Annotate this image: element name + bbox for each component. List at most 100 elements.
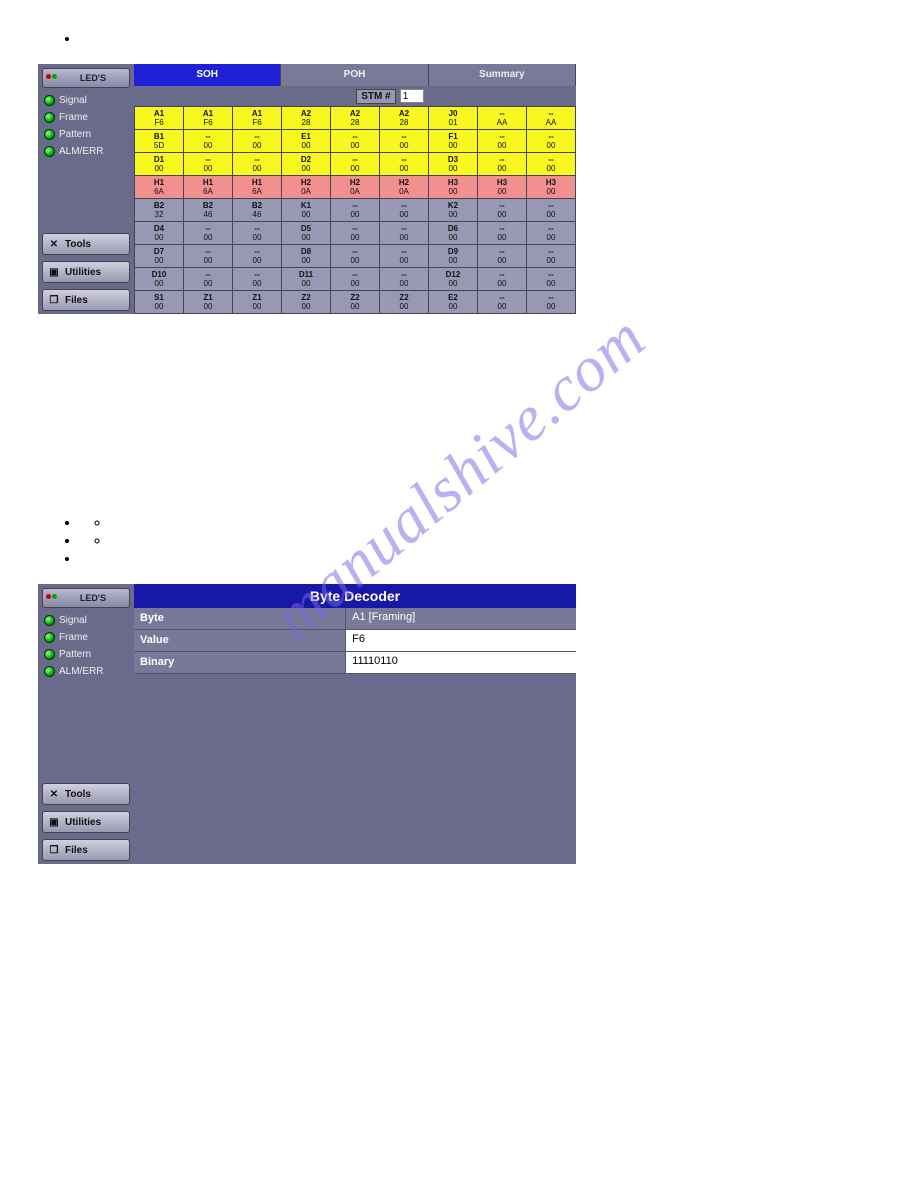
overhead-byte-cell[interactable]: Z100	[233, 291, 282, 314]
overhead-byte-cell[interactable]: --00	[380, 245, 429, 268]
overhead-byte-cell[interactable]: --00	[478, 153, 527, 176]
overhead-byte-cell[interactable]: D500	[282, 222, 331, 245]
overhead-byte-cell[interactable]: Z200	[282, 291, 331, 314]
overhead-byte-cell[interactable]: B15D	[135, 130, 184, 153]
tab-poh[interactable]: POH	[281, 64, 428, 86]
overhead-byte-cell[interactable]: --00	[233, 153, 282, 176]
overhead-byte-cell[interactable]: A1F6	[135, 107, 184, 130]
overhead-byte-cell[interactable]: --00	[527, 268, 576, 291]
overhead-byte-cell[interactable]: D1100	[282, 268, 331, 291]
overhead-byte-cell[interactable]: --00	[184, 130, 233, 153]
overhead-byte-cell[interactable]: --00	[478, 268, 527, 291]
overhead-byte-cell[interactable]: H300	[429, 176, 478, 199]
overhead-byte-cell[interactable]: Z200	[380, 291, 429, 314]
overhead-byte-cell[interactable]: --00	[380, 153, 429, 176]
overhead-byte-cell[interactable]: Z100	[184, 291, 233, 314]
overhead-byte-cell[interactable]: E100	[282, 130, 331, 153]
overhead-byte-cell[interactable]: --00	[478, 291, 527, 314]
overhead-byte-cell[interactable]: --00	[233, 268, 282, 291]
overhead-byte-cell[interactable]: B246	[233, 199, 282, 222]
byte-value: 00	[282, 164, 330, 173]
overhead-byte-cell[interactable]: --00	[380, 268, 429, 291]
utilities-button[interactable]: ▣Utilities	[42, 811, 130, 833]
overhead-byte-cell[interactable]: A228	[282, 107, 331, 130]
overhead-byte-cell[interactable]: --00	[380, 199, 429, 222]
overhead-byte-cell[interactable]: Z200	[331, 291, 380, 314]
overhead-byte-cell[interactable]: --00	[184, 245, 233, 268]
overhead-byte-cell[interactable]: --AA	[527, 107, 576, 130]
overhead-byte-cell[interactable]: --AA	[478, 107, 527, 130]
overhead-byte-cell[interactable]: --00	[527, 153, 576, 176]
stm-input[interactable]	[400, 89, 424, 103]
overhead-byte-cell[interactable]: J001	[429, 107, 478, 130]
overhead-byte-cell[interactable]: --00	[184, 268, 233, 291]
tab-summary[interactable]: Summary	[429, 64, 576, 86]
tools-button[interactable]: ✕Tools	[42, 233, 130, 255]
overhead-byte-cell[interactable]: --00	[478, 199, 527, 222]
overhead-byte-cell[interactable]: --00	[380, 222, 429, 245]
overhead-byte-cell[interactable]: D1200	[429, 268, 478, 291]
overhead-byte-cell[interactable]: --00	[527, 199, 576, 222]
decoder-value[interactable]: F6	[346, 630, 576, 651]
overhead-byte-cell[interactable]: A228	[380, 107, 429, 130]
tools-button[interactable]: ✕Tools	[42, 783, 130, 805]
overhead-byte-cell[interactable]: K100	[282, 199, 331, 222]
utilities-button[interactable]: ▣Utilities	[42, 261, 130, 283]
decoder-key: Binary	[134, 652, 346, 673]
led-red-icon	[46, 594, 51, 599]
overhead-byte-cell[interactable]: --00	[233, 245, 282, 268]
decoder-value[interactable]: 11110110	[346, 652, 576, 673]
overhead-byte-cell[interactable]: D1000	[135, 268, 184, 291]
overhead-byte-cell[interactable]: --00	[527, 130, 576, 153]
leds-button[interactable]: LED'S	[42, 588, 130, 608]
overhead-byte-cell[interactable]: H16A	[233, 176, 282, 199]
overhead-byte-cell[interactable]: B246	[184, 199, 233, 222]
overhead-byte-cell[interactable]: --00	[331, 199, 380, 222]
overhead-byte-cell[interactable]: --00	[527, 291, 576, 314]
overhead-byte-cell[interactable]: H20A	[380, 176, 429, 199]
overhead-byte-cell[interactable]: D600	[429, 222, 478, 245]
overhead-byte-cell[interactable]: --00	[233, 222, 282, 245]
overhead-byte-cell[interactable]: H16A	[135, 176, 184, 199]
overhead-byte-cell[interactable]: --00	[380, 130, 429, 153]
overhead-byte-cell[interactable]: --00	[331, 222, 380, 245]
tab-soh[interactable]: SOH	[134, 64, 281, 86]
overhead-byte-cell[interactable]: H20A	[282, 176, 331, 199]
overhead-byte-cell[interactable]: D800	[282, 245, 331, 268]
overhead-byte-cell[interactable]: --00	[331, 268, 380, 291]
overhead-byte-cell[interactable]: A1F6	[233, 107, 282, 130]
led-green-icon	[44, 666, 55, 677]
overhead-byte-cell[interactable]: --00	[478, 245, 527, 268]
overhead-byte-cell[interactable]: D300	[429, 153, 478, 176]
overhead-byte-cell[interactable]: D900	[429, 245, 478, 268]
overhead-byte-cell[interactable]: A228	[331, 107, 380, 130]
overhead-byte-cell[interactable]: D700	[135, 245, 184, 268]
overhead-byte-cell[interactable]: --00	[233, 130, 282, 153]
overhead-byte-cell[interactable]: D200	[282, 153, 331, 176]
files-button[interactable]: ❐Files	[42, 839, 130, 861]
overhead-byte-cell[interactable]: D400	[135, 222, 184, 245]
overhead-byte-cell[interactable]: F100	[429, 130, 478, 153]
overhead-byte-cell[interactable]: H300	[478, 176, 527, 199]
overhead-byte-cell[interactable]: H300	[527, 176, 576, 199]
overhead-byte-cell[interactable]: --00	[184, 222, 233, 245]
overhead-byte-cell[interactable]: K200	[429, 199, 478, 222]
overhead-byte-cell[interactable]: --00	[478, 130, 527, 153]
overhead-byte-cell[interactable]: H16A	[184, 176, 233, 199]
overhead-byte-cell[interactable]: D100	[135, 153, 184, 176]
overhead-byte-cell[interactable]: S100	[135, 291, 184, 314]
overhead-byte-cell[interactable]: --00	[527, 245, 576, 268]
overhead-byte-cell[interactable]: --00	[331, 153, 380, 176]
overhead-byte-cell[interactable]: E200	[429, 291, 478, 314]
leds-button[interactable]: LED'S	[42, 68, 130, 88]
overhead-byte-cell[interactable]: --00	[331, 130, 380, 153]
files-button[interactable]: ❐Files	[42, 289, 130, 311]
overhead-byte-cell[interactable]: --00	[527, 222, 576, 245]
overhead-byte-cell[interactable]: B232	[135, 199, 184, 222]
overhead-byte-cell[interactable]: H20A	[331, 176, 380, 199]
overhead-byte-cell[interactable]: --00	[331, 245, 380, 268]
overhead-byte-cell[interactable]: A1F6	[184, 107, 233, 130]
byte-name: --	[331, 247, 379, 256]
overhead-byte-cell[interactable]: --00	[184, 153, 233, 176]
overhead-byte-cell[interactable]: --00	[478, 222, 527, 245]
